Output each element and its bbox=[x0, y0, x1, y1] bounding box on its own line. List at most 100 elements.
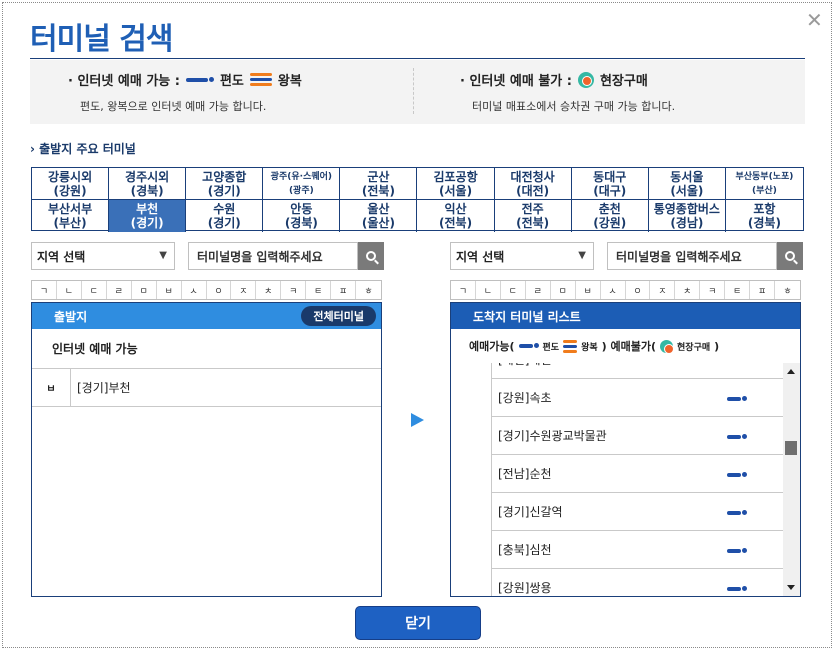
terminal-button[interactable]: 광주(유·스퀘어) (광주) bbox=[263, 168, 341, 200]
terminal-button[interactable]: 전주 (전북) bbox=[495, 200, 572, 232]
search-icon bbox=[785, 251, 795, 261]
terminal-button[interactable]: 안동 (경북) bbox=[263, 200, 341, 232]
consonant-filter-2[interactable]: ㄴ bbox=[476, 281, 501, 299]
terminal-name: 안동 bbox=[290, 202, 313, 216]
terminal-button[interactable]: 군산 (전북) bbox=[340, 168, 418, 200]
departure-region-select[interactable]: 지역 선택 ▼ bbox=[31, 242, 175, 270]
consonant-filter-10[interactable]: ㅊ bbox=[256, 281, 282, 299]
legend-round: 왕복 bbox=[581, 342, 598, 353]
consonant-filter-11[interactable]: ㅋ bbox=[700, 281, 726, 299]
consonant-filter-5[interactable]: ㅁ bbox=[132, 281, 157, 299]
terminal-button[interactable]: 통영종합버스 (경남) bbox=[649, 200, 726, 232]
terminal-button[interactable]: 대전청사 (대전) bbox=[494, 168, 572, 200]
consonant-filter-9[interactable]: ㅈ bbox=[231, 281, 257, 299]
terminal-button[interactable]: 동대구 (대구) bbox=[571, 168, 649, 200]
departure-terminal-row[interactable]: ㅂ [경기]부천 bbox=[32, 369, 381, 407]
oneway-icon bbox=[518, 343, 539, 348]
oneway-icon bbox=[727, 434, 747, 439]
scroll-down-icon[interactable] bbox=[787, 585, 795, 590]
chevron-down-icon: ▼ bbox=[159, 250, 167, 261]
info-divider bbox=[413, 68, 414, 114]
destination-list-item[interactable]: [경기]신갈역 bbox=[492, 493, 783, 531]
consonant-filter-3[interactable]: ㄷ bbox=[82, 281, 107, 299]
consonant-filter-13[interactable]: ㅍ bbox=[750, 281, 776, 299]
unavailable-desc: 터미널 매표소에서 승차권 구매 가능 합니다. bbox=[472, 100, 676, 113]
terminal-region: (울산) bbox=[361, 216, 395, 230]
terminal-region: (대구) bbox=[593, 183, 627, 198]
terminal-button[interactable]: 울산 (울산) bbox=[340, 200, 418, 232]
terminal-region: (서울) bbox=[439, 183, 473, 198]
terminal-button[interactable]: 김포공항 (서울) bbox=[417, 168, 495, 200]
destination-list-item[interactable]: [강원]쌍용 bbox=[492, 569, 783, 596]
close-icon[interactable]: ✕ bbox=[806, 8, 823, 32]
terminal-button[interactable]: 부천 (경기) bbox=[109, 200, 187, 232]
all-terminals-button[interactable]: 전체터미널 bbox=[301, 306, 376, 326]
terminal-name: 수원 bbox=[213, 202, 236, 216]
consonant-filter-10[interactable]: ㅊ bbox=[675, 281, 701, 299]
terminal-button[interactable]: 부산서부 (부산) bbox=[32, 200, 110, 232]
terminal-button[interactable]: 동서울 (서울) bbox=[648, 168, 726, 200]
terminal-name: 고양종합 bbox=[202, 169, 247, 184]
consonant-filter-2[interactable]: ㄴ bbox=[57, 281, 82, 299]
consonant-filter-1[interactable]: ㄱ bbox=[451, 281, 476, 299]
destination-region-select[interactable]: 지역 선택 ▼ bbox=[450, 242, 594, 270]
scroll-thumb[interactable] bbox=[785, 441, 797, 455]
consonant-filter-8[interactable]: ㅇ bbox=[626, 281, 651, 299]
scroll-up-icon[interactable] bbox=[787, 369, 795, 374]
terminal-button[interactable]: 익산 (전북) bbox=[417, 200, 495, 232]
consonant-filter-3[interactable]: ㄷ bbox=[501, 281, 526, 299]
consonant-filter-7[interactable]: ㅅ bbox=[601, 281, 626, 299]
destination-legend: 예매가능( 편도 왕복 ) 예매불가( 현장구매 ) bbox=[451, 329, 800, 363]
departure-search-button[interactable] bbox=[358, 242, 384, 270]
consonant-filter-7[interactable]: ㅅ bbox=[182, 281, 207, 299]
consonant-filter-6[interactable]: ㅂ bbox=[576, 281, 601, 299]
terminal-name: 포항 bbox=[753, 202, 776, 216]
departure-panel: 출발지 전체터미널 인터넷 예매 가능 ㅂ [경기]부천 bbox=[31, 302, 382, 597]
departure-row-value: [경기]부천 bbox=[70, 369, 131, 406]
destination-search-button[interactable] bbox=[777, 242, 803, 270]
destination-list-item[interactable]: [경기]수원광교박물관 bbox=[492, 417, 783, 455]
consonant-filter-1[interactable]: ㄱ bbox=[32, 281, 57, 299]
destination-search-input[interactable]: 터미널명을 입력해주세요 bbox=[607, 242, 777, 270]
destination-panel: 도착지 터미널 리스트 예매가능( 편도 왕복 ) 예매불가( 현장구매 ) [… bbox=[450, 302, 801, 597]
terminal-name: 익산 bbox=[444, 202, 467, 216]
terminal-button[interactable]: 수원 (경기) bbox=[186, 200, 264, 232]
destination-item-name: [경기]신갈역 bbox=[498, 505, 563, 519]
terminal-button[interactable]: 강릉시외 (강원) bbox=[32, 168, 110, 200]
destination-scrollbar[interactable] bbox=[783, 363, 800, 596]
close-dialog-button[interactable]: 닫기 bbox=[355, 606, 481, 640]
departure-search-input[interactable]: 터미널명을 입력해주세요 bbox=[188, 242, 358, 270]
consonant-filter-12[interactable]: ㅌ bbox=[725, 281, 751, 299]
terminal-region: (부산) bbox=[752, 185, 777, 196]
terminal-region: (대전) bbox=[516, 183, 550, 198]
destination-list-item[interactable]: [제천]제천 bbox=[492, 363, 783, 379]
destination-list-item[interactable]: [강원]속초 bbox=[492, 379, 783, 417]
consonant-filter-5[interactable]: ㅁ bbox=[551, 281, 576, 299]
terminal-region: (강원) bbox=[593, 216, 627, 230]
terminal-button[interactable]: 춘천 (강원) bbox=[572, 200, 649, 232]
consonant-filter-9[interactable]: ㅈ bbox=[650, 281, 676, 299]
destination-item-name: [충북]심천 bbox=[498, 543, 552, 557]
major-terminal-grid: 강릉시외 (강원) 경주시외 (경북) 고양종합 (경기) 광주(유·스퀘어) (광주) 군산(… bbox=[31, 167, 804, 232]
consonant-filter-12[interactable]: ㅌ bbox=[306, 281, 332, 299]
consonant-filter-14[interactable]: ㅎ bbox=[775, 281, 800, 299]
terminal-region: (경북) bbox=[130, 183, 164, 198]
destination-list-item[interactable]: [충북]심천 bbox=[492, 531, 783, 569]
terminal-region: (경기) bbox=[207, 183, 241, 198]
arrow-right-icon bbox=[411, 413, 424, 427]
terminal-region: (경남) bbox=[670, 216, 704, 230]
consonant-filter-8[interactable]: ㅇ bbox=[207, 281, 232, 299]
consonant-filter-6[interactable]: ㅂ bbox=[157, 281, 182, 299]
consonant-filter-11[interactable]: ㅋ bbox=[281, 281, 307, 299]
consonant-filter-4[interactable]: ㄹ bbox=[107, 281, 132, 299]
terminal-button[interactable]: 부산동부(노포) (부산) bbox=[725, 168, 803, 200]
consonant-filter-4[interactable]: ㄹ bbox=[526, 281, 551, 299]
consonant-filter-14[interactable]: ㅎ bbox=[356, 281, 381, 299]
destination-item-name: [강원]속초 bbox=[498, 391, 552, 405]
destination-list-item[interactable]: [전남]순천 bbox=[492, 455, 783, 493]
terminal-button[interactable]: 경주시외 (경북) bbox=[109, 168, 187, 200]
terminal-name: 통영종합버스 bbox=[653, 202, 720, 216]
consonant-filter-13[interactable]: ㅍ bbox=[331, 281, 357, 299]
terminal-button[interactable]: 고양종합 (경기) bbox=[186, 168, 264, 200]
terminal-button[interactable]: 포항 (경북) bbox=[726, 200, 803, 232]
